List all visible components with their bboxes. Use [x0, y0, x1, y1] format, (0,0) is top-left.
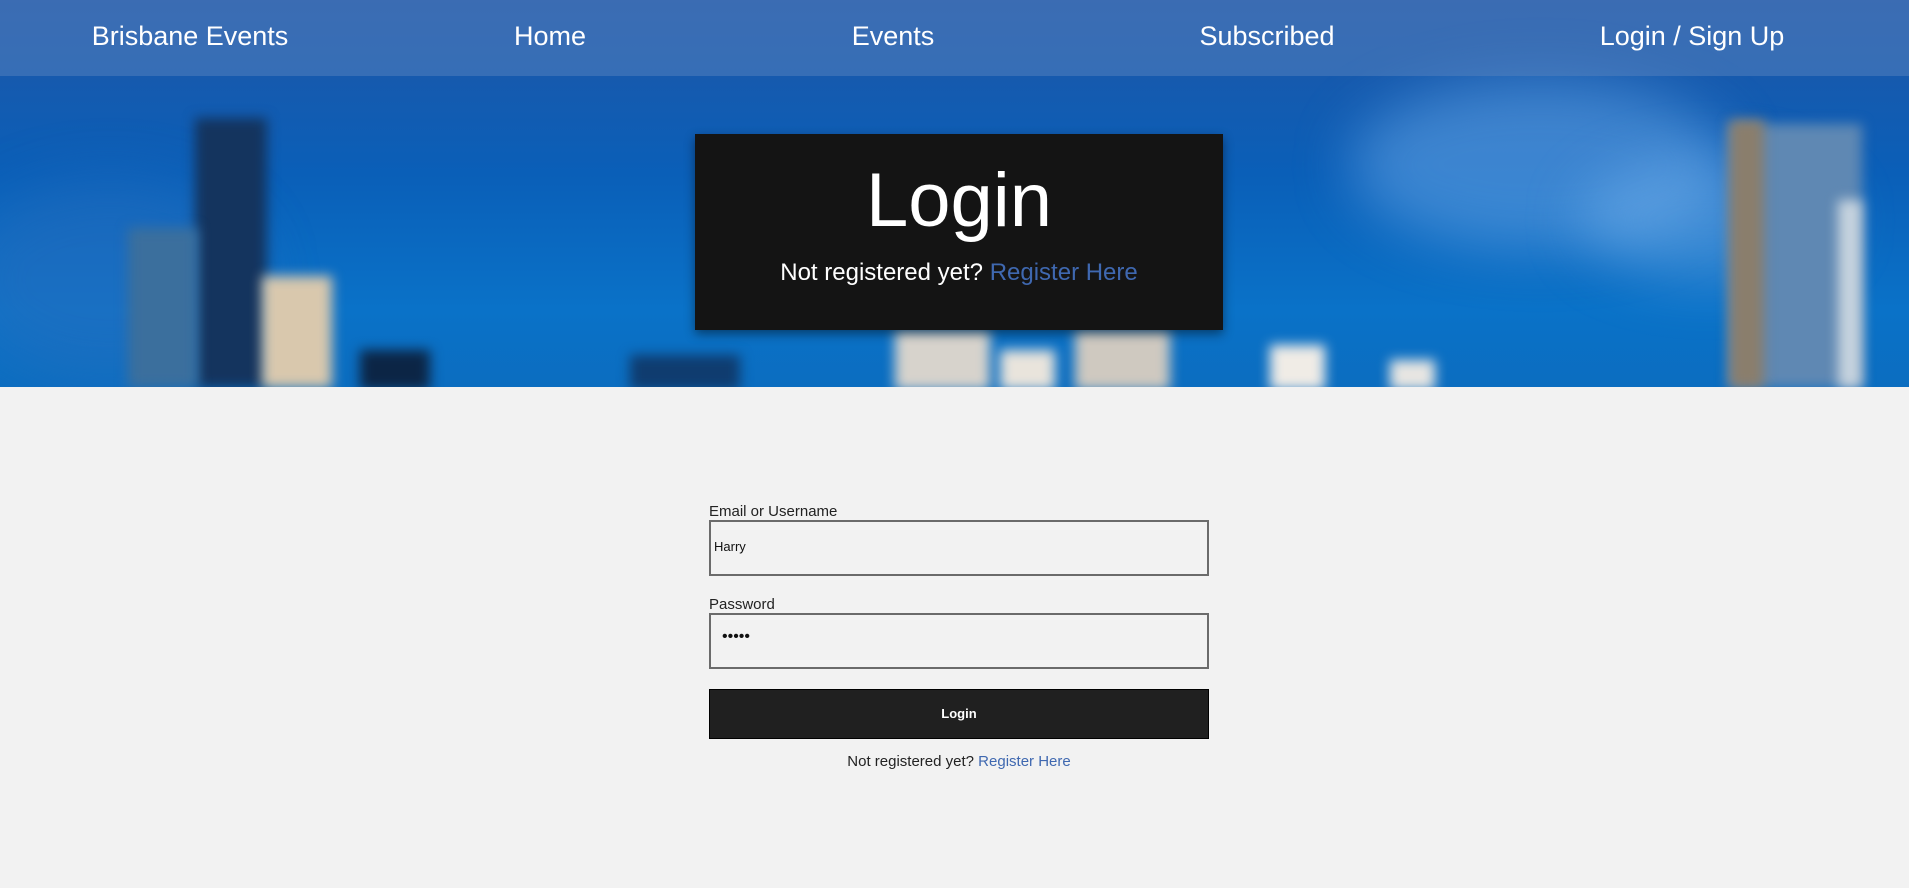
nav-item-events[interactable]: Events	[852, 0, 935, 76]
email-field-value: Harry	[714, 539, 746, 554]
nav-item-login-signup[interactable]: Login / Sign Up	[1600, 0, 1785, 76]
footer-register-line: Not registered yet? Register Here	[709, 753, 1209, 771]
banner-register-prompt: Not registered yet?	[780, 259, 984, 286]
email-label: Email or Username	[709, 503, 838, 520]
login-button[interactable]: Login	[709, 689, 1209, 739]
password-label: Password	[709, 596, 775, 613]
password-field-value: •••••	[722, 628, 751, 645]
top-navbar: Brisbane Events Home Events Subscribed L…	[0, 0, 1909, 76]
nav-brand[interactable]: Brisbane Events	[92, 0, 289, 76]
email-field[interactable]: Harry	[709, 520, 1209, 576]
nav-item-home[interactable]: Home	[514, 0, 586, 76]
password-field[interactable]: •••••	[709, 613, 1209, 669]
footer-register-prompt: Not registered yet?	[847, 753, 974, 770]
page-title: Login	[866, 158, 1052, 243]
banner-register-link[interactable]: Register Here	[990, 259, 1138, 286]
login-banner: Login Not registered yet? Register Here	[695, 134, 1223, 330]
footer-register-link[interactable]: Register Here	[978, 753, 1071, 770]
nav-item-subscribed[interactable]: Subscribed	[1199, 0, 1334, 76]
banner-register-line: Not registered yet? Register Here	[695, 258, 1223, 288]
